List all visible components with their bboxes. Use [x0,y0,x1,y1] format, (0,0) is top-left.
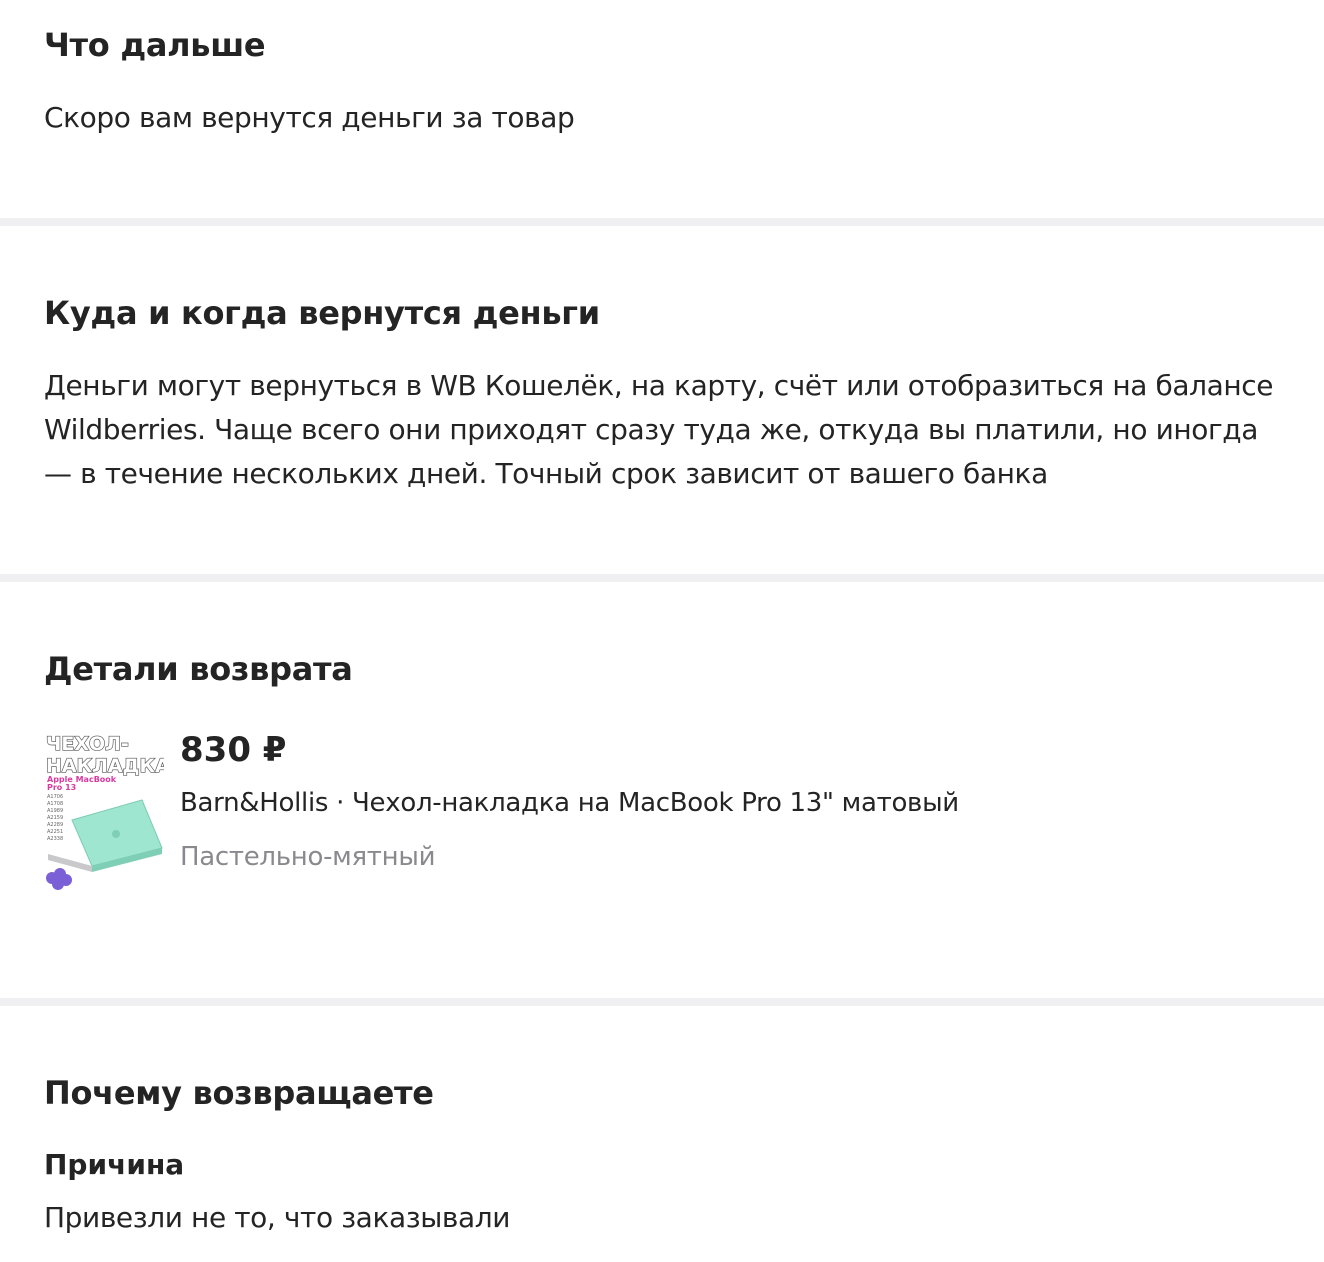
svg-text:A2289: A2289 [47,822,63,828]
reason-label: Причина [44,1148,185,1181]
refund-info-title: Куда и когда вернутся деньги [44,294,600,332]
reason-value: Привезли не то, что заказывали [44,1201,511,1234]
return-reason-section: Почему возвращаете Причина Привезли не т… [0,1006,1324,1262]
svg-text:A2251: A2251 [47,829,63,835]
refund-info-text: Деньги могут вернуться в WB Кошелёк, на … [44,369,1274,490]
product-image-graphic: ЧЕХОЛ- НАКЛАДКА Apple MacBook Pro 13 A17… [44,730,164,890]
svg-text:A2338: A2338 [47,836,63,842]
svg-text:A1706: A1706 [47,794,63,800]
product-image[interactable]: ЧЕХОЛ- НАКЛАДКА Apple MacBook Pro 13 A17… [44,730,164,890]
image-model-list: A1706 A1708 A1989 A2159 A2289 A2251 A233… [47,794,63,842]
image-caption-sub2: Pro 13 [47,783,76,792]
return-details-title: Детали возврата [44,650,353,688]
svg-text:A1989: A1989 [47,808,63,814]
svg-text:A1708: A1708 [47,801,63,807]
svg-text:A2159: A2159 [47,815,63,821]
product-price: 830 ₽ [180,730,287,770]
product-name[interactable]: Barn&Hollis · Чехол-накладка на MacBook … [180,788,959,818]
section-divider [0,998,1324,1006]
section-divider [0,574,1324,582]
next-steps-section: Что дальше Скоро вам вернутся деньги за … [0,0,1324,218]
product-color: Пастельно-мятный [180,842,436,872]
next-steps-title: Что дальше [44,26,266,64]
image-caption-line1: ЧЕХОЛ- [46,733,129,755]
section-divider [0,218,1324,226]
next-steps-text: Скоро вам вернутся деньги за товар [44,101,575,134]
return-reason-title: Почему возвращаете [44,1074,434,1112]
image-caption-line2: НАКЛАДКА [46,755,164,777]
refund-info-section: Куда и когда вернутся деньги Деньги могу… [0,226,1324,574]
